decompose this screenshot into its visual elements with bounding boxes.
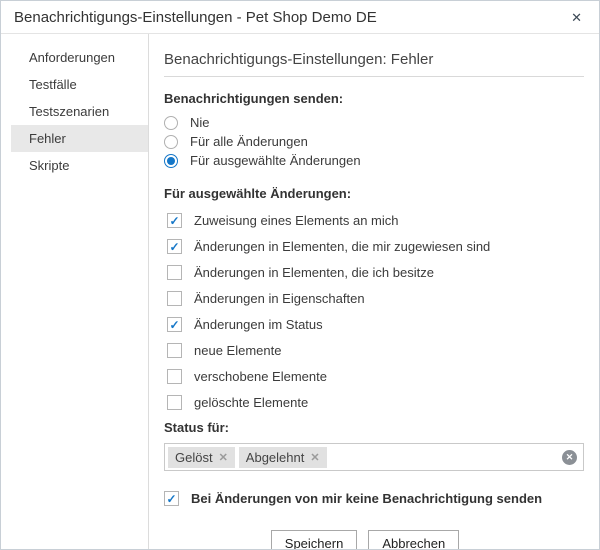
- tag-label: Gelöst: [175, 450, 213, 465]
- checkbox-icon: ✓: [167, 395, 182, 410]
- checkbox-icon: ✓: [167, 213, 182, 228]
- checkbox-label: verschobene Elemente: [194, 369, 327, 384]
- checkbox-label: Änderungen in Eigenschaften: [194, 291, 365, 306]
- cancel-button[interactable]: Abbrechen: [368, 530, 459, 550]
- checkbox-label: Änderungen in Elementen, die mir zugewie…: [194, 239, 490, 254]
- save-button[interactable]: Speichern: [271, 530, 358, 550]
- tag-geloest: Gelöst ✕: [168, 447, 235, 468]
- send-radio-group: Nie Für alle Änderungen Für ausgewählte …: [164, 113, 584, 170]
- radio-icon: [164, 116, 178, 130]
- send-section-label: Benachrichtigungen senden:: [164, 91, 584, 107]
- status-tag-input[interactable]: Gelöst ✕ Abgelehnt ✕ ✕: [164, 443, 584, 471]
- radio-label: Für ausgewählte Änderungen: [190, 153, 361, 168]
- checkbox-icon: ✓: [164, 491, 179, 506]
- checkbox-icon: ✓: [167, 369, 182, 384]
- title-bar: Benachrichtigungs-Einstellungen - Pet Sh…: [1, 1, 599, 34]
- changes-checkbox-group: ✓ Zuweisung eines Elements an mich ✓ Änd…: [167, 212, 584, 411]
- tag-label: Abgelehnt: [246, 450, 305, 465]
- clear-field-icon[interactable]: ✕: [562, 450, 577, 465]
- window-title: Benachrichtigungs-Einstellungen - Pet Sh…: [14, 9, 567, 26]
- page-title: Benachrichtigungs-Einstellungen: Fehler: [164, 50, 584, 70]
- sidebar-item-fehler[interactable]: Fehler: [11, 125, 148, 152]
- checkbox-label: Bei Änderungen von mir keine Benachricht…: [191, 491, 542, 506]
- checkbox-label: Änderungen in Elementen, die ich besitze: [194, 265, 434, 280]
- checkbox-zuweisung-an-mich[interactable]: ✓ Zuweisung eines Elements an mich: [167, 212, 584, 229]
- checkbox-icon: ✓: [167, 317, 182, 332]
- button-row: Speichern Abbrechen: [164, 530, 584, 550]
- checkmark-icon: ✓: [166, 493, 176, 505]
- radio-icon: [164, 135, 178, 149]
- radio-label: Nie: [190, 115, 210, 130]
- sidebar-item-testfaelle[interactable]: Testfälle: [11, 71, 148, 98]
- checkbox-ich-besitze[interactable]: ✓ Änderungen in Elementen, die ich besit…: [167, 264, 584, 281]
- heading-divider: [164, 76, 584, 77]
- checkbox-label: neue Elemente: [194, 343, 281, 358]
- checkbox-mir-zugewiesen[interactable]: ✓ Änderungen in Elementen, die mir zugew…: [167, 238, 584, 255]
- checkbox-label: Zuweisung eines Elements an mich: [194, 213, 399, 228]
- checkbox-eigenschaften[interactable]: ✓ Änderungen in Eigenschaften: [167, 290, 584, 307]
- radio-label: Für alle Änderungen: [190, 134, 308, 149]
- radio-option-nie[interactable]: Nie: [164, 113, 584, 132]
- checkbox-verschobene-elemente[interactable]: ✓ verschobene Elemente: [167, 368, 584, 385]
- checkmark-icon: ✓: [169, 241, 179, 253]
- checkmark-icon: ✓: [169, 215, 179, 227]
- tag-remove-icon[interactable]: ✕: [219, 451, 228, 464]
- checkbox-neue-elemente[interactable]: ✓ neue Elemente: [167, 342, 584, 359]
- sidebar-item-anforderungen[interactable]: Anforderungen: [11, 44, 148, 71]
- checkbox-label: Änderungen im Status: [194, 317, 323, 332]
- sidebar-item-skripte[interactable]: Skripte: [11, 152, 148, 179]
- sidebar: Anforderungen Testfälle Testszenarien Fe…: [1, 34, 149, 550]
- status-section-label: Status für:: [164, 420, 584, 436]
- checkbox-label: gelöschte Elemente: [194, 395, 308, 410]
- sidebar-item-testszenarien[interactable]: Testszenarien: [11, 98, 148, 125]
- checkbox-icon: ✓: [167, 343, 182, 358]
- checkbox-icon: ✓: [167, 291, 182, 306]
- checkmark-icon: ✓: [169, 319, 179, 331]
- checkbox-icon: ✓: [167, 265, 182, 280]
- radio-option-ausgewaehlte-aenderungen[interactable]: Für ausgewählte Änderungen: [164, 151, 584, 170]
- checkbox-icon: ✓: [167, 239, 182, 254]
- content-panel: Benachrichtigungs-Einstellungen: Fehler …: [149, 34, 599, 550]
- changes-section-label: Für ausgewählte Änderungen:: [164, 186, 584, 202]
- close-icon[interactable]: ✕: [567, 9, 586, 26]
- radio-option-alle-aenderungen[interactable]: Für alle Änderungen: [164, 132, 584, 151]
- checkbox-status[interactable]: ✓ Änderungen im Status: [167, 316, 584, 333]
- radio-icon: [164, 154, 178, 168]
- tag-abgelehnt: Abgelehnt ✕: [239, 447, 327, 468]
- checkbox-geloeschte-elemente[interactable]: ✓ gelöschte Elemente: [167, 394, 584, 411]
- tag-remove-icon[interactable]: ✕: [310, 451, 319, 464]
- notification-settings-dialog: Benachrichtigungs-Einstellungen - Pet Sh…: [0, 0, 600, 550]
- checkbox-keine-benachrichtigung-eigene-aenderungen[interactable]: ✓ Bei Änderungen von mir keine Benachric…: [164, 490, 584, 507]
